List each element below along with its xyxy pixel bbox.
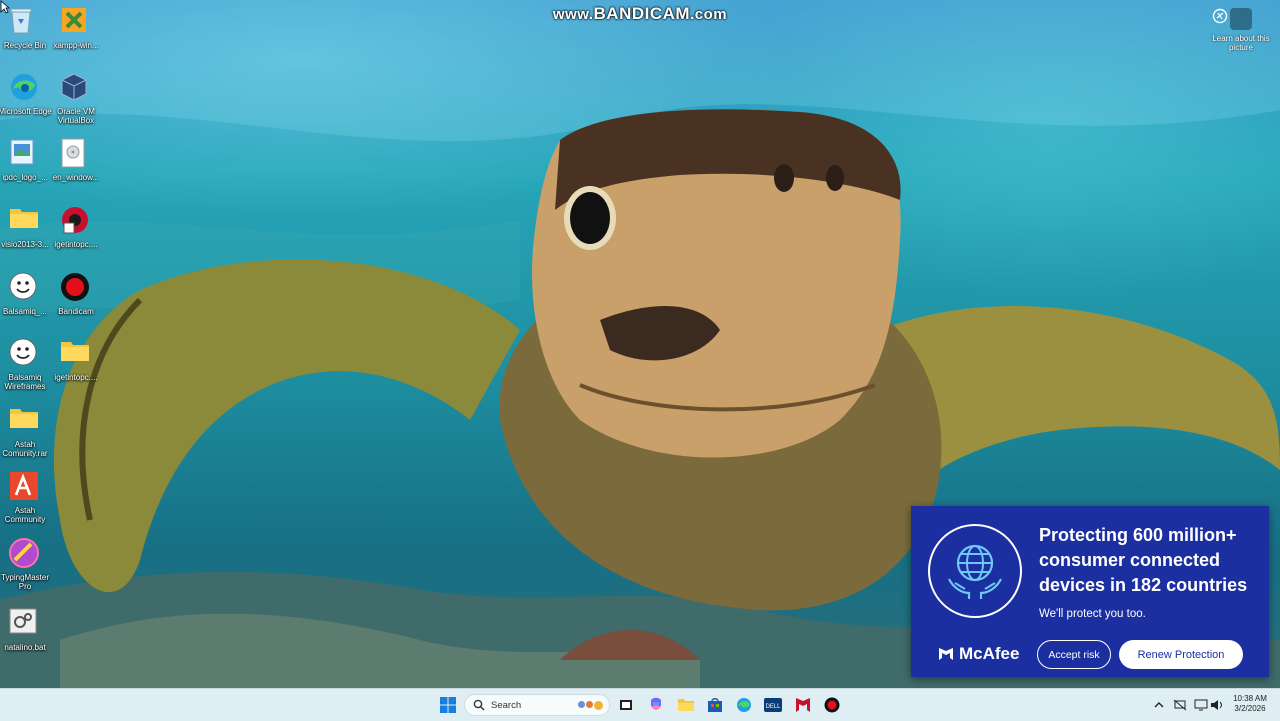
balsamiq-icon: [9, 272, 41, 304]
task-view-button[interactable]: [616, 695, 636, 715]
search-placeholder: Search: [491, 699, 522, 711]
desktop-icon-label: Recycle Bin: [3, 41, 47, 50]
virtualbox-icon: [60, 72, 92, 104]
file-explorer-icon: [678, 699, 694, 711]
chevron-up-icon: [1154, 702, 1164, 708]
desktop-icon-astah-community[interactable]: Astah Community: [0, 471, 52, 524]
edge-taskbar-button[interactable]: [734, 695, 754, 715]
batch-file-icon: [9, 608, 41, 640]
desktop-icon-label: igetintopc....: [54, 373, 98, 382]
dell-button[interactable]: DELL: [763, 695, 783, 715]
learn-about-picture-button[interactable]: Learn about this picture: [1212, 8, 1270, 52]
watermark-brand: BANDICAM: [593, 4, 691, 23]
edge-icon: [737, 698, 751, 712]
mcafee-shield-icon: [939, 648, 953, 660]
desktop-icon-virtualbox[interactable]: Oracle VM VirtualBox: [49, 72, 103, 125]
desktop-icon-igetintopc-folder[interactable]: igetintopc....: [49, 338, 103, 382]
taskbar-search-box[interactable]: Search: [464, 694, 610, 716]
mcafee-taskbar-button[interactable]: [793, 695, 813, 715]
network-off-icon: [1173, 699, 1187, 711]
desktop-icon-label: natalino.bat: [4, 643, 46, 652]
bandicam-icon: [824, 697, 840, 713]
accept-risk-button[interactable]: Accept risk: [1037, 640, 1111, 669]
protected-globe-icon: [928, 524, 1022, 618]
image-file-icon: [9, 138, 41, 170]
folder-icon: [9, 205, 41, 237]
dell-icon: DELL: [764, 698, 782, 712]
desktop-icon-label: igetintopc....: [54, 240, 98, 249]
watermark-suffix: .com: [690, 6, 728, 23]
file-explorer-button[interactable]: [676, 695, 696, 715]
watermark-prefix: www.: [552, 6, 594, 23]
search-icon: [473, 699, 485, 711]
show-hidden-icons-button[interactable]: [1149, 695, 1169, 715]
task-view-icon: [620, 700, 632, 710]
mcafee-subtext: We'll protect you too.: [1039, 608, 1146, 620]
astah-icon: [9, 471, 41, 503]
desktop-icon-typingmaster[interactable]: TypingMaster Pro: [0, 538, 52, 591]
folder-icon: [9, 405, 41, 437]
desktop-icon-visio2013[interactable]: visio2013-3...: [0, 205, 52, 249]
desktop-icon-label: Bandicam: [58, 307, 94, 316]
desktop-icon-label: Astah Community: [4, 506, 46, 524]
desktop-icon-label: Microsoft Edge: [0, 107, 52, 116]
desktop-icon-astah-rar[interactable]: Astah Comunity.rar: [0, 405, 52, 458]
xampp-icon: [60, 6, 92, 38]
desktop-icon-label: TypingMaster Pro: [0, 573, 50, 591]
copilot-icon: [651, 697, 661, 710]
bandicam-taskbar-button[interactable]: [822, 695, 842, 715]
desktop-icon-label: Astah Comunity.rar: [2, 440, 48, 458]
taskbar-clock[interactable]: 10:38 AM 3/2/2026: [1226, 694, 1274, 714]
desktop-icon-label: ipdc_logo_...: [2, 173, 48, 182]
camera-lens-icon: [1212, 8, 1252, 30]
desktop-icon-bandicam[interactable]: Bandicam: [49, 272, 103, 316]
network-button[interactable]: [1170, 695, 1190, 715]
learn-about-picture-label: Learn about this picture: [1212, 34, 1270, 52]
store-button[interactable]: [705, 695, 725, 715]
mcafee-icon: [796, 698, 810, 712]
desktop-icon-label: en_window...: [52, 173, 100, 182]
store-icon: [708, 698, 722, 712]
clock-date: 3/2/2026: [1234, 704, 1266, 713]
desktop-icon-label: Oracle VM VirtualBox: [57, 107, 95, 125]
desktop-icon-label: Balsamiq Wireframes: [4, 373, 46, 391]
mcafee-brand: McAfee: [937, 644, 1019, 664]
recycle-bin-icon: [9, 6, 41, 38]
desktop-icon-en-windows[interactable]: en_window...: [49, 138, 103, 182]
bandicam-watermark: www.BANDICAM.com: [0, 4, 1280, 24]
desktop-icon-label: Balsamiq_...: [2, 307, 48, 316]
search-highlight-icon: [578, 700, 603, 710]
taskbar: Search DELL 10:38 AM 3/2/2026: [0, 688, 1280, 721]
clock-time: 10:38 AM: [1233, 694, 1267, 703]
volume-button[interactable]: [1207, 695, 1227, 715]
copilot-button[interactable]: [646, 695, 666, 715]
typingmaster-icon: [9, 538, 41, 570]
desktop-icon-ipdc-logo[interactable]: ipdc_logo_...: [0, 138, 52, 182]
installer-icon: [60, 205, 92, 237]
desktop-icon-igetintopc-installer[interactable]: igetintopc....: [49, 205, 103, 249]
mcafee-headline: Protecting 600 million+ consumer connect…: [1039, 525, 1248, 595]
mcafee-notification: Protecting 600 million+ consumer connect…: [911, 506, 1269, 677]
desktop-icon-label: visio2013-3...: [1, 240, 49, 249]
start-button[interactable]: [438, 695, 458, 715]
renew-protection-button[interactable]: Renew Protection: [1119, 640, 1243, 669]
edge-icon: [9, 72, 41, 104]
monitor-icon: [1194, 699, 1208, 711]
folder-icon: [60, 338, 92, 370]
desktop-icon-natalino-bat[interactable]: natalino.bat: [0, 608, 52, 652]
desktop-icon-balsamiq[interactable]: Balsamiq_...: [0, 272, 52, 316]
mcafee-brand-label: McAfee: [959, 644, 1020, 663]
start-icon: [440, 697, 456, 713]
desktop-icon-balsamiq-wireframes[interactable]: Balsamiq Wireframes: [0, 338, 52, 391]
bandicam-icon: [60, 272, 92, 304]
disc-image-icon: [60, 138, 92, 170]
mouse-cursor-icon: [0, 0, 10, 14]
desktop-icon-xampp[interactable]: xampp-win...: [49, 6, 103, 50]
balsamiq-icon: [9, 338, 41, 370]
desktop-icon-label: xampp-win...: [53, 41, 99, 50]
speaker-icon: [1211, 700, 1222, 710]
svg-text:DELL: DELL: [765, 704, 781, 710]
desktop-icon-edge[interactable]: Microsoft Edge: [0, 72, 52, 116]
